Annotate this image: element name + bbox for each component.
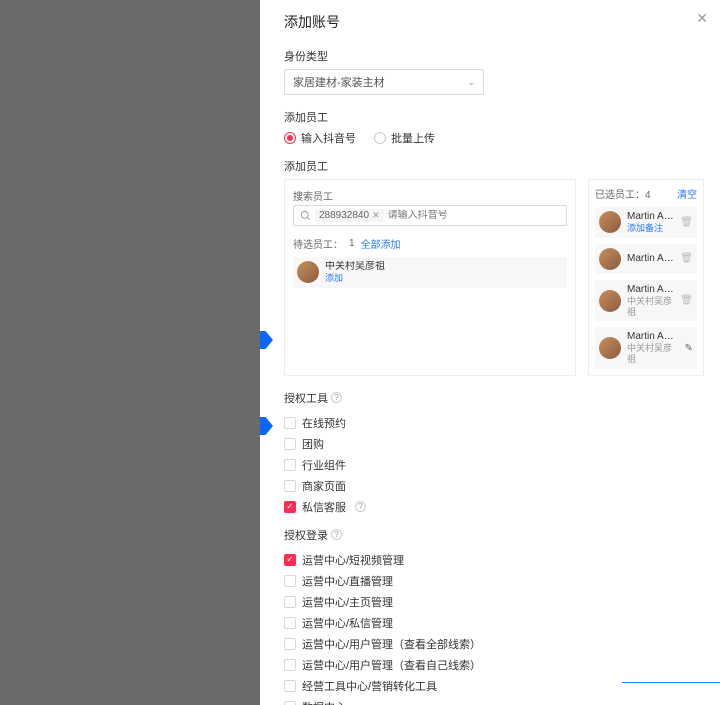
search-staff-panel: 搜索员工 288932840 ✕ 待选员工： 1 全部添加 中关村吴彦祖 xyxy=(284,179,576,376)
checkbox-icon xyxy=(284,459,296,471)
avatar xyxy=(297,261,319,283)
help-icon[interactable]: ? xyxy=(331,392,342,403)
selected-row: Martin Abasto中关村吴彦祖 ✎ xyxy=(595,327,697,369)
selected-row: Martin Abasto 🗑 xyxy=(595,244,697,274)
checkbox-item[interactable]: 在线预约 xyxy=(284,415,704,431)
candidate-add-link[interactable]: 添加 xyxy=(325,273,563,284)
checkbox-item[interactable]: 运营中心/私信管理 xyxy=(284,615,704,631)
search-input[interactable] xyxy=(388,210,560,221)
checkbox-label: 在线预约 xyxy=(302,415,346,431)
checkbox-item[interactable]: 行业组件 xyxy=(284,457,704,473)
selected-count: 4 xyxy=(645,190,651,201)
candidate-name: 中关村吴彦祖 xyxy=(325,261,563,273)
search-input-wrap[interactable]: 288932840 ✕ xyxy=(293,205,567,226)
edit-icon[interactable]: ✎ xyxy=(685,343,693,354)
modal-title: 添加账号 xyxy=(284,12,704,32)
identity-label: 身份类型 xyxy=(284,48,704,64)
selected-sub: 中关村吴彦祖 xyxy=(627,343,679,365)
avatar xyxy=(599,211,621,233)
chevron-down-icon: ⌄ xyxy=(467,77,475,88)
help-icon[interactable]: ? xyxy=(331,529,342,540)
checkbox-icon xyxy=(284,659,296,671)
trash-icon[interactable]: 🗑 xyxy=(680,253,693,264)
add-account-modal: 1 2 添加账号 ✕ 身份类型 家居建材-家装主材 ⌄ 添加员工 输入抖音号 批… xyxy=(260,0,720,705)
radio-label: 输入抖音号 xyxy=(301,130,356,146)
auth-tools-label: 授权工具? xyxy=(284,390,342,406)
add-all-link[interactable]: 全部添加 xyxy=(361,236,401,251)
identity-select[interactable]: 家居建材-家装主材 ⌄ xyxy=(284,69,484,95)
checkbox-icon xyxy=(284,501,296,513)
checkbox-icon xyxy=(284,680,296,692)
clear-selected-link[interactable]: 清空 xyxy=(677,186,697,201)
selected-name: Martin Abasto xyxy=(627,331,679,343)
tag-remove-icon[interactable]: ✕ xyxy=(372,210,380,221)
selected-row: Martin Abasto中关村吴彦祖 🗑 xyxy=(595,280,697,322)
checkbox-icon xyxy=(284,480,296,492)
add-staff-sublabel: 添加员工 xyxy=(284,158,704,174)
checkbox-icon xyxy=(284,638,296,650)
checkbox-label: 行业组件 xyxy=(302,457,346,473)
checkbox-icon xyxy=(284,438,296,450)
avatar xyxy=(599,290,621,312)
radio-dot-icon xyxy=(374,132,386,144)
marker-2: 2 xyxy=(260,417,273,435)
checkbox-item[interactable]: 经营工具中心/营销转化工具 xyxy=(284,678,704,694)
checkbox-item[interactable]: 数据中心 xyxy=(284,699,704,705)
trash-icon[interactable]: 🗑 xyxy=(680,295,693,306)
checkbox-icon xyxy=(284,701,296,705)
selected-name: Martin Abasto xyxy=(627,211,674,223)
radio-label: 批量上传 xyxy=(391,130,435,146)
checkbox-label: 私信客服 xyxy=(302,499,346,515)
close-icon[interactable]: ✕ xyxy=(696,10,708,27)
selected-name: Martin Abasto xyxy=(627,253,674,265)
selected-name: Martin Abasto xyxy=(627,284,674,296)
avatar xyxy=(599,248,621,270)
candidate-row[interactable]: 中关村吴彦祖 添加 xyxy=(293,257,567,288)
trash-icon[interactable]: 🗑 xyxy=(680,217,693,228)
checkbox-item[interactable]: 运营中心/主页管理 xyxy=(284,594,704,610)
avatar xyxy=(599,337,621,359)
checkbox-item[interactable]: 运营中心/短视频管理 xyxy=(284,552,704,568)
checkbox-label: 运营中心/用户管理（查看自己线索） xyxy=(302,657,481,673)
add-staff-label: 添加员工 xyxy=(284,109,704,125)
search-tag-text: 288932840 xyxy=(319,210,369,221)
checkbox-icon xyxy=(284,417,296,429)
checkbox-icon xyxy=(284,596,296,608)
marker-1: 1 xyxy=(260,331,273,349)
checkbox-label: 数据中心 xyxy=(302,699,346,705)
checkbox-label: 经营工具中心/营销转化工具 xyxy=(302,678,437,694)
selected-staff-panel: 已选员工：4 清空 Martin Abasto添加备注 🗑 Martin Aba… xyxy=(588,179,704,376)
checkbox-label: 团购 xyxy=(302,436,324,452)
checkbox-icon xyxy=(284,617,296,629)
search-tag: 288932840 ✕ xyxy=(315,209,384,222)
checkbox-label: 运营中心/直播管理 xyxy=(302,573,393,589)
auth-login-label: 授权登录? xyxy=(284,527,342,543)
checkbox-label: 商家页面 xyxy=(302,478,346,494)
checkbox-label: 运营中心/主页管理 xyxy=(302,594,393,610)
checkbox-item[interactable]: 运营中心/直播管理 xyxy=(284,573,704,589)
search-icon xyxy=(300,210,311,221)
pending-label: 待选员工： xyxy=(293,236,343,251)
checkbox-label: 运营中心/短视频管理 xyxy=(302,552,404,568)
checkbox-item[interactable]: 团购 xyxy=(284,436,704,452)
checkbox-item[interactable]: 运营中心/用户管理（查看自己线索） xyxy=(284,657,704,673)
checkbox-icon xyxy=(284,554,296,566)
selected-sub: 中关村吴彦祖 xyxy=(627,296,674,318)
checkbox-item[interactable]: 私信客服? xyxy=(284,499,704,515)
selected-row: Martin Abasto添加备注 🗑 xyxy=(595,207,697,238)
help-icon[interactable]: ? xyxy=(355,501,366,512)
radio-input-id[interactable]: 输入抖音号 xyxy=(284,130,356,146)
radio-bulk-upload[interactable]: 批量上传 xyxy=(374,130,435,146)
identity-value: 家居建材-家装主材 xyxy=(293,74,385,90)
checkbox-item[interactable]: 商家页面 xyxy=(284,478,704,494)
search-staff-label: 搜索员工 xyxy=(293,188,567,203)
add-remark-link[interactable]: 添加备注 xyxy=(627,223,674,234)
checkbox-icon xyxy=(284,575,296,587)
radio-dot-icon xyxy=(284,132,296,144)
checkbox-label: 运营中心/用户管理（查看全部线索） xyxy=(302,636,481,652)
selected-label: 已选员工： xyxy=(595,190,645,201)
pending-count: 1 xyxy=(349,238,355,249)
checkbox-item[interactable]: 运营中心/用户管理（查看全部线索） xyxy=(284,636,704,652)
checkbox-label: 运营中心/私信管理 xyxy=(302,615,393,631)
